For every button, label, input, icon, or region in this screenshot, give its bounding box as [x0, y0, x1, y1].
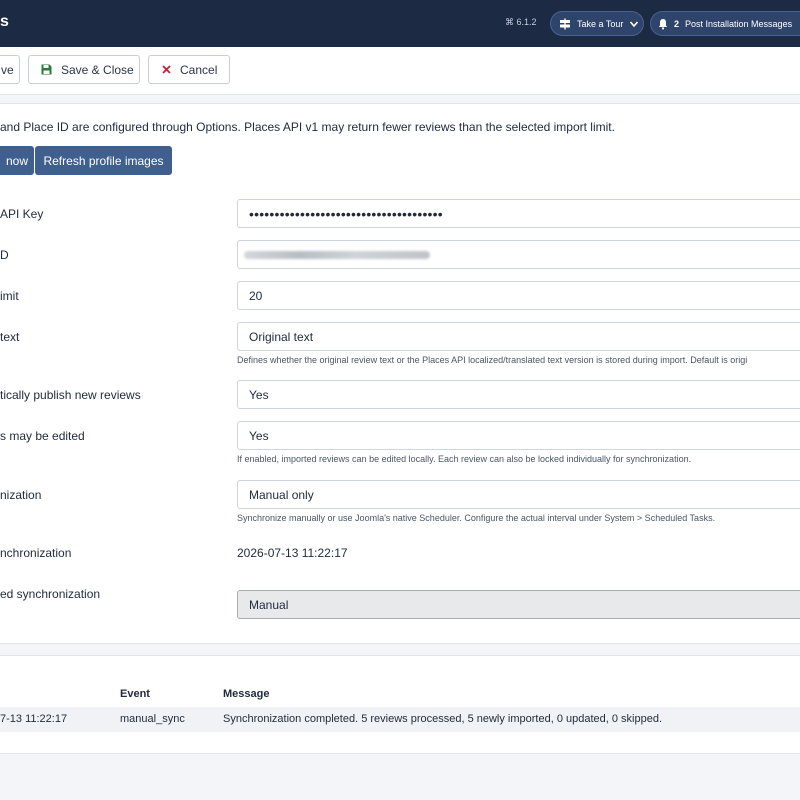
take-a-tour-button[interactable]: Take a Tour — [550, 11, 644, 36]
import-now-label: now — [5, 153, 28, 168]
toolbar: ve Save & Close Cancel — [0, 47, 800, 95]
version-label: ⌘ 6.1.2 — [505, 17, 537, 27]
log-header-message: Message — [223, 688, 270, 700]
save-label: ve — [1, 62, 14, 77]
take-a-tour-label: Take a Tour — [577, 18, 624, 29]
review-text-help: Defines whether the original review text… — [237, 355, 748, 365]
cancel-label: Cancel — [180, 62, 218, 77]
review-text-select[interactable]: Original text — [237, 322, 800, 351]
redacted-place-id — [244, 251, 430, 259]
log-header-event: Event — [120, 688, 150, 700]
log-row-message: Synchronization completed. 5 reviews pro… — [223, 713, 663, 725]
edit-reviews-label: s may be edited — [0, 429, 85, 443]
review-text-label: text — [0, 330, 20, 344]
save-close-label: Save & Close — [61, 62, 134, 77]
chevron-down-icon — [630, 20, 639, 27]
last-sync-label: nchronization — [0, 546, 72, 560]
log-row: 7-13 11:22:17 manual_sync Synchronizatio… — [0, 707, 800, 732]
import-limit-label: imit — [0, 289, 19, 303]
refresh-profile-images-label: Refresh profile images — [43, 153, 164, 168]
post-installation-messages-label: Post Installation Messages — [685, 18, 793, 29]
api-key-input[interactable]: •••••••••••••••••••••••••••••••••••••• — [237, 199, 800, 228]
sync-log: Event Message 7-13 11:22:17 manual_sync … — [0, 655, 800, 754]
import-limit-input[interactable]: 20 — [237, 281, 800, 310]
log-row-date: 7-13 11:22:17 — [0, 713, 68, 725]
save-button[interactable]: ve — [0, 55, 20, 84]
floppy-disk-icon — [41, 64, 52, 75]
log-row-event: manual_sync — [120, 713, 185, 725]
refresh-profile-images-button[interactable]: Refresh profile images — [35, 146, 172, 175]
close-icon — [162, 65, 171, 74]
edit-reviews-help: If enabled, imported reviews can be edit… — [237, 454, 692, 464]
page-title: s — [0, 13, 9, 30]
last-sync-type-field: Manual — [237, 590, 800, 619]
cancel-button[interactable]: Cancel — [148, 55, 230, 84]
post-installation-messages-button[interactable]: 2 Post Installation Messages — [650, 11, 800, 36]
synchronization-select[interactable]: Manual only — [237, 480, 800, 509]
last-sync-type-label: ed synchronization — [0, 587, 101, 601]
place-id-label: D — [0, 248, 9, 262]
bell-icon — [658, 18, 668, 29]
signpost-icon — [560, 18, 570, 29]
import-now-button[interactable]: now — [0, 146, 34, 175]
auto-publish-label: tically publish new reviews — [0, 388, 141, 402]
api-key-label: API Key — [0, 207, 44, 221]
edit-reviews-select[interactable]: Yes — [237, 421, 800, 450]
last-sync-value: 2026-07-13 11:22:17 — [237, 546, 348, 560]
messages-count-badge: 2 — [674, 18, 680, 29]
synchronization-help: Synchronize manually or use Joomla's nat… — [237, 513, 716, 523]
top-header: s ⌘ 6.1.2 Take a Tour 2 Post Installatio… — [0, 0, 800, 47]
info-notice: and Place ID are configured through Opti… — [0, 120, 615, 134]
auto-publish-select[interactable]: Yes — [237, 380, 800, 409]
settings-card: and Place ID are configured through Opti… — [0, 103, 800, 644]
save-close-button[interactable]: Save & Close — [28, 55, 140, 84]
synchronization-label: nization — [0, 488, 42, 502]
